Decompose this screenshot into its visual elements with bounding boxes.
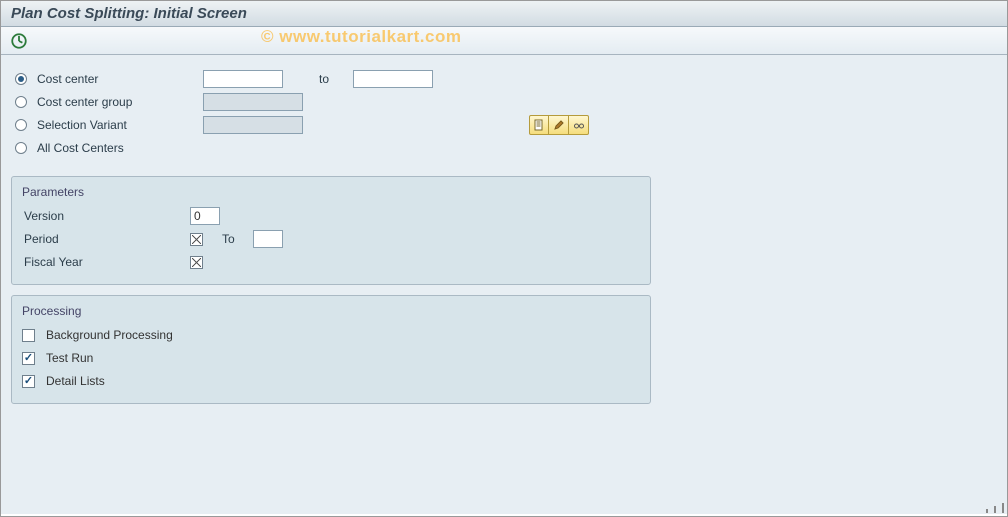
label-background: Background Processing [46, 328, 173, 342]
display-variant-button[interactable] [569, 115, 589, 135]
radio-selection-variant[interactable] [15, 119, 27, 131]
watermark-text: © www.tutorialkart.com [261, 27, 461, 47]
variant-icon-group [529, 115, 589, 135]
row-cost-center: Cost center to [15, 68, 651, 90]
glasses-icon [573, 119, 585, 131]
change-variant-button[interactable] [549, 115, 569, 135]
fiscal-year-required-indicator [190, 256, 203, 269]
sap-screen: Plan Cost Splitting: Initial Screen © ww… [0, 0, 1008, 517]
row-version: Version [22, 205, 640, 227]
parameters-title: Parameters [22, 185, 640, 199]
period-required-indicator [190, 233, 203, 246]
radio-all-cost-centers[interactable] [15, 142, 27, 154]
selection-variant-input [203, 116, 303, 134]
row-fiscal-year: Fiscal Year [22, 251, 640, 273]
processing-title: Processing [22, 304, 640, 318]
parameters-group: Parameters Version Period To Fiscal Year [11, 176, 651, 285]
row-selection-variant: Selection Variant [15, 114, 651, 136]
cost-center-group-input [203, 93, 303, 111]
label-version: Version [24, 209, 184, 223]
version-input[interactable] [190, 207, 220, 225]
label-detail-lists: Detail Lists [46, 374, 105, 388]
radio-cost-center-group[interactable] [15, 96, 27, 108]
row-test-run: Test Run [22, 347, 640, 369]
label-selection-variant: Selection Variant [37, 118, 197, 132]
document-icon [533, 119, 545, 131]
row-background: Background Processing [22, 324, 640, 346]
label-period: Period [24, 232, 184, 246]
row-cost-center-group: Cost center group [15, 91, 651, 113]
radio-cost-center[interactable] [15, 73, 27, 85]
row-period: Period To [22, 228, 640, 250]
page-title: Plan Cost Splitting: Initial Screen [1, 1, 1007, 27]
background-checkbox[interactable] [22, 329, 35, 342]
label-test-run: Test Run [46, 351, 93, 365]
content-area: Cost center to Cost center group Selecti… [1, 55, 1007, 514]
execute-icon [10, 32, 28, 50]
detail-lists-checkbox[interactable] [22, 375, 35, 388]
label-cost-center: Cost center [37, 72, 197, 86]
processing-group: Processing Background Processing Test Ru… [11, 295, 651, 404]
selection-block: Cost center to Cost center group Selecti… [11, 63, 651, 166]
execute-button[interactable] [9, 31, 29, 51]
test-run-checkbox[interactable] [22, 352, 35, 365]
create-variant-button[interactable] [529, 115, 549, 135]
app-toolbar: © www.tutorialkart.com [1, 27, 1007, 55]
label-fiscal-year: Fiscal Year [24, 255, 184, 269]
label-all-cost-centers: All Cost Centers [37, 141, 197, 155]
row-all-cost-centers: All Cost Centers [15, 137, 651, 159]
period-to-input[interactable] [253, 230, 283, 248]
resize-handle[interactable] [986, 501, 1004, 513]
label-cost-center-group: Cost center group [37, 95, 197, 109]
cost-center-to-input[interactable] [353, 70, 433, 88]
label-to: to [319, 72, 329, 86]
cost-center-from-input[interactable] [203, 70, 283, 88]
row-detail-lists: Detail Lists [22, 370, 640, 392]
label-period-to: To [222, 232, 235, 246]
pencil-icon [553, 119, 565, 131]
